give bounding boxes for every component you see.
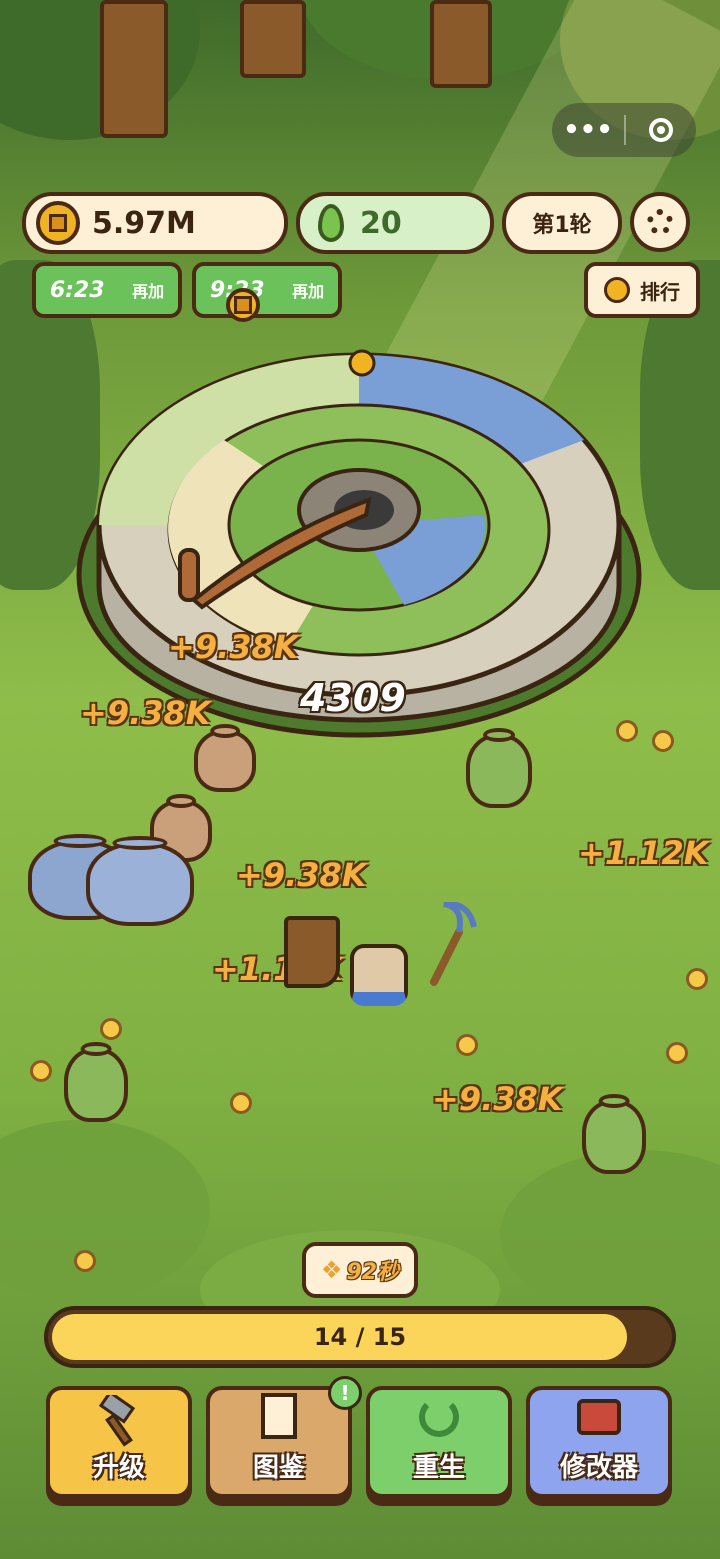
fist-item[interactable]: [350, 944, 408, 1006]
mini-program-capsule: •••: [552, 103, 696, 157]
machine-icon: [577, 1399, 621, 1435]
timer-pill-2[interactable]: 9:23 再加: [192, 262, 342, 318]
flower: [666, 1042, 688, 1064]
collection-button[interactable]: 图鉴: [206, 1386, 352, 1498]
floating-gain: +1.12K: [578, 834, 709, 872]
seed-icon: [318, 204, 344, 242]
green-jar[interactable]: [466, 734, 532, 808]
flower: [30, 1060, 52, 1082]
flying-coin-icon: [226, 288, 260, 322]
boot-item[interactable]: [284, 916, 340, 988]
timer-pill-1[interactable]: 6:23 再加: [32, 262, 182, 318]
floating-gain: +9.38K: [80, 694, 211, 732]
upgrade-button[interactable]: 升级: [46, 1386, 192, 1498]
green-jar[interactable]: [64, 1048, 128, 1122]
ranking-button[interactable]: 排行: [584, 262, 700, 318]
blue-urn[interactable]: [86, 842, 194, 926]
timer-1-action: 再加: [132, 282, 165, 301]
butterfly-timer[interactable]: ❖ 92秒: [302, 1242, 418, 1298]
gear-icon: [647, 209, 673, 235]
sickle-item[interactable]: [424, 900, 484, 992]
flower: [616, 720, 638, 742]
coin-counter: 5.97M: [22, 192, 288, 254]
flower: [686, 968, 708, 990]
close-miniprogram-button[interactable]: [626, 103, 696, 157]
more-menu-button[interactable]: •••: [552, 103, 624, 157]
upgrade-label: 升级: [92, 1453, 145, 1483]
timer-1-value: 6:23: [49, 277, 105, 303]
flower: [74, 1250, 96, 1272]
flower: [100, 1018, 122, 1040]
progress-bar: 14 / 15: [44, 1306, 676, 1368]
rebirth-label: 重生: [412, 1453, 465, 1483]
rebirth-icon: [419, 1397, 459, 1437]
seed-counter: 20: [296, 192, 494, 254]
collection-badge: !: [328, 1376, 362, 1410]
clay-pot[interactable]: [194, 730, 256, 792]
progress-label: 14 / 15: [313, 1323, 407, 1351]
floating-gain: +9.38K: [432, 1080, 563, 1118]
butterfly-icon: ❖: [320, 1256, 343, 1284]
medal-icon: [604, 277, 630, 303]
green-jar[interactable]: [582, 1100, 646, 1174]
hammer-icon: [98, 1395, 136, 1447]
modifier-button[interactable]: 修改器: [526, 1386, 672, 1498]
flower: [230, 1092, 252, 1114]
mill-count: 4309: [300, 676, 406, 720]
round-button[interactable]: 第1轮: [502, 192, 622, 254]
coin-amount: 5.97M: [92, 205, 196, 241]
target-icon: [649, 118, 673, 142]
settings-button[interactable]: [630, 192, 690, 252]
round-label: 第1轮: [532, 213, 592, 238]
coin-icon: [36, 201, 80, 245]
seed-amount: 20: [360, 205, 402, 241]
ranking-label: 排行: [640, 279, 680, 304]
rebirth-button[interactable]: 重生: [366, 1386, 512, 1498]
flower: [652, 730, 674, 752]
floating-gain: +9.38K: [168, 628, 299, 666]
collection-label: 图鉴: [252, 1453, 305, 1483]
floating-gain: +9.38K: [236, 856, 367, 894]
book-icon: [261, 1393, 297, 1439]
flower: [456, 1034, 478, 1056]
butterfly-timer-value: 92秒: [346, 1260, 400, 1285]
modifier-label: 修改器: [559, 1453, 638, 1483]
timer-2-action: 再加: [292, 282, 325, 301]
